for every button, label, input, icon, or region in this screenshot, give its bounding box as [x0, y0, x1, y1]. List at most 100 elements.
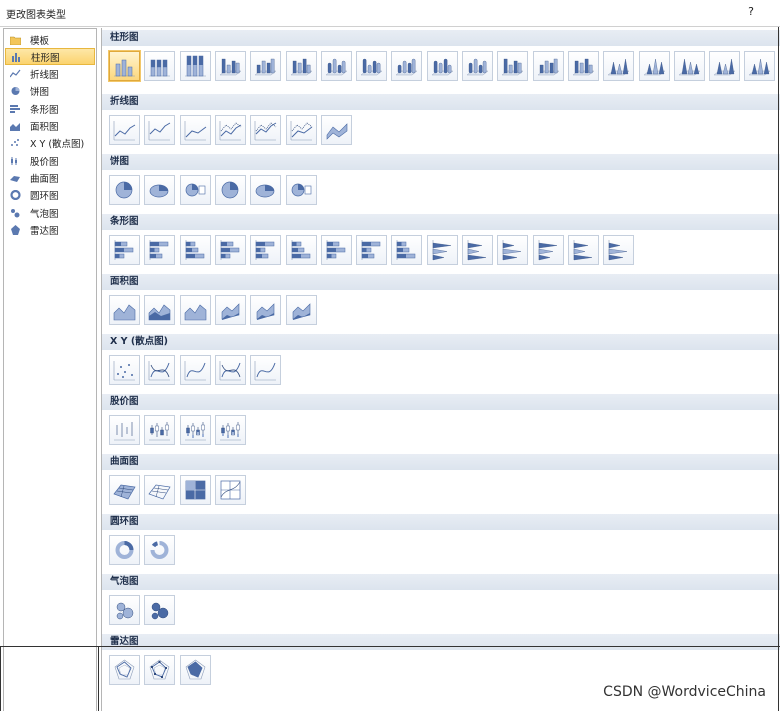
- sidebar-item-surface-chart[interactable]: 曲面图: [5, 169, 95, 186]
- sidebar-item-scatter-chart[interactable]: X Y (散点图): [5, 135, 95, 152]
- stock-chart-icon: [10, 156, 21, 166]
- line-chart-option[interactable]: [144, 115, 176, 145]
- bar-chart-option[interactable]: [179, 235, 211, 265]
- scatter-chart-option[interactable]: [179, 355, 211, 385]
- surface-chart-icon: [10, 173, 21, 183]
- line-chart-option[interactable]: [214, 115, 246, 145]
- column-chart-option[interactable]: [144, 51, 176, 81]
- section-header-scatter: X Y (散点图): [102, 334, 780, 350]
- column-chart-option[interactable]: [497, 51, 529, 81]
- surface-chart-option[interactable]: [109, 475, 140, 505]
- pie-chart-option[interactable]: [250, 175, 282, 205]
- radar-chart-option[interactable]: [179, 655, 211, 685]
- sidebar-item-stock-chart[interactable]: 股价图: [5, 152, 95, 169]
- sidebar-item-line-chart[interactable]: 折线图: [5, 66, 95, 83]
- stock-chart-option[interactable]: [179, 415, 211, 445]
- surface-chart-option[interactable]: [144, 475, 176, 505]
- area-chart-option[interactable]: [285, 295, 317, 325]
- column-chart-icon: [572, 58, 595, 76]
- area-chart-option[interactable]: [214, 295, 246, 325]
- sidebar-item-bubble-chart[interactable]: 气泡图: [5, 204, 95, 221]
- sidebar-item-area-chart[interactable]: 面积图: [5, 118, 95, 135]
- sidebar-item-folder[interactable]: 模板: [5, 31, 95, 48]
- line-chart-option[interactable]: [179, 115, 211, 145]
- bubble-chart-option[interactable]: [144, 595, 176, 625]
- line-chart-option[interactable]: [285, 115, 317, 145]
- sidebar-item-label: 饼图: [30, 87, 50, 99]
- column-chart-icon: [607, 58, 630, 76]
- column-chart-option[interactable]: [567, 51, 599, 81]
- column-chart-option[interactable]: [109, 51, 140, 81]
- column-chart-option[interactable]: [673, 51, 705, 81]
- column-chart-option[interactable]: [320, 51, 352, 81]
- column-chart-option[interactable]: [709, 51, 741, 81]
- stock-chart-icon: [114, 422, 135, 441]
- stock-chart-option[interactable]: [109, 415, 140, 445]
- bar-chart-option[interactable]: [214, 235, 246, 265]
- bar-chart-option[interactable]: [109, 235, 140, 265]
- bubble-chart-icon: [152, 602, 169, 620]
- area-chart-icon: [10, 121, 21, 131]
- column-chart-option[interactable]: [462, 51, 493, 81]
- pie-chart-option[interactable]: [144, 175, 176, 205]
- pie-chart-option[interactable]: [214, 175, 246, 205]
- help-button[interactable]: ?: [748, 5, 754, 18]
- bar-chart-option[interactable]: [391, 235, 423, 265]
- scatter-chart-option[interactable]: [144, 355, 176, 385]
- column-chart-option[interactable]: [356, 51, 388, 81]
- column-chart-option[interactable]: [391, 51, 423, 81]
- surface-chart-icon: [220, 480, 241, 500]
- surface-chart-option[interactable]: [179, 475, 211, 505]
- column-chart-option[interactable]: [603, 51, 635, 81]
- column-chart-option[interactable]: [285, 51, 317, 81]
- area-chart-option[interactable]: [250, 295, 282, 325]
- sidebar-item-doughnut-chart[interactable]: 圆环图: [5, 187, 95, 204]
- scatter-chart-option[interactable]: [109, 355, 140, 385]
- bar-chart-option[interactable]: [603, 235, 635, 265]
- bar-chart-option[interactable]: [285, 235, 317, 265]
- bar-chart-option[interactable]: [320, 235, 352, 265]
- column-chart-option[interactable]: [744, 51, 776, 81]
- column-chart-option[interactable]: [532, 51, 564, 81]
- area-chart-option[interactable]: [144, 295, 176, 325]
- doughnut-chart-option[interactable]: [144, 535, 176, 565]
- bar-chart-option[interactable]: [567, 235, 599, 265]
- bar-chart-icon: [502, 240, 522, 261]
- pie-chart-option[interactable]: [109, 175, 140, 205]
- bar-chart-option[interactable]: [532, 235, 564, 265]
- title-bar: 更改图表类型 ?: [0, 0, 780, 26]
- pie-chart-icon: [255, 184, 275, 198]
- radar-chart-option[interactable]: [109, 655, 140, 685]
- radar-chart-option[interactable]: [144, 655, 176, 685]
- stock-chart-option[interactable]: [144, 415, 176, 445]
- bar-chart-option[interactable]: [426, 235, 458, 265]
- area-chart-option[interactable]: [109, 295, 140, 325]
- column-chart-option[interactable]: [214, 51, 246, 81]
- bar-chart-option[interactable]: [356, 235, 388, 265]
- scatter-chart-option[interactable]: [214, 355, 246, 385]
- scatter-chart-option[interactable]: [250, 355, 282, 385]
- line-chart-option[interactable]: [250, 115, 282, 145]
- stock-chart-option[interactable]: [214, 415, 246, 445]
- sidebar-item-bar-chart[interactable]: 条形图: [5, 100, 95, 117]
- sidebar-item-radar-chart[interactable]: 雷达图: [5, 221, 95, 238]
- pie-chart-option[interactable]: [285, 175, 317, 205]
- sidebar-item-column-chart[interactable]: 柱形图: [5, 48, 95, 66]
- column-chart-option[interactable]: [426, 51, 458, 81]
- sidebar-item-pie-chart[interactable]: 饼图: [5, 83, 95, 100]
- column-chart-option[interactable]: [250, 51, 282, 81]
- bar-chart-option[interactable]: [462, 235, 493, 265]
- column-chart-option[interactable]: [179, 51, 211, 81]
- surface-chart-option[interactable]: [214, 475, 246, 505]
- bar-chart-option[interactable]: [144, 235, 176, 265]
- doughnut-chart-option[interactable]: [109, 535, 140, 565]
- sidebar-item-label: 雷达图: [30, 225, 59, 237]
- pie-chart-option[interactable]: [179, 175, 211, 205]
- line-chart-option[interactable]: [109, 115, 140, 145]
- area-chart-option[interactable]: [179, 295, 211, 325]
- bar-chart-option[interactable]: [497, 235, 529, 265]
- line-chart-option[interactable]: [320, 115, 352, 145]
- column-chart-option[interactable]: [638, 51, 670, 81]
- bar-chart-option[interactable]: [250, 235, 282, 265]
- bubble-chart-option[interactable]: [109, 595, 140, 625]
